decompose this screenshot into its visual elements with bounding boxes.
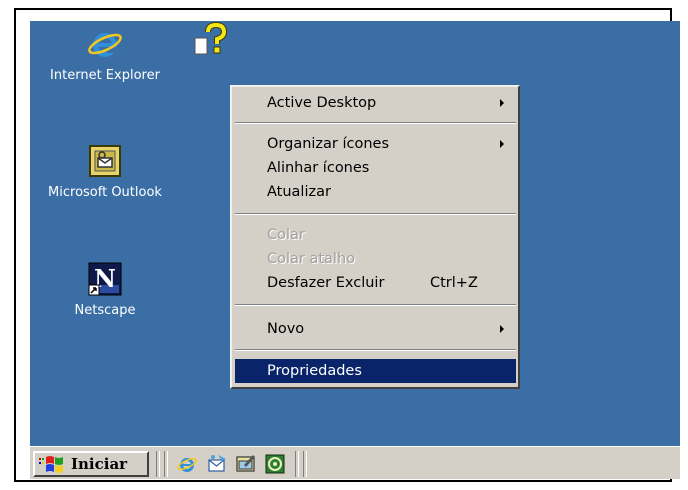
submenu-arrow-icon <box>500 140 504 148</box>
menu-item-colar: Colar <box>267 227 305 243</box>
menu-item-propriedades[interactable]: Propriedades <box>235 359 516 383</box>
menu-item-active-desktop[interactable]: Active Desktop <box>235 91 516 115</box>
desktop[interactable]: Internet Explorer Microsoft Outlook N Ne… <box>30 21 680 446</box>
desktop-icon-microsoft-outlook[interactable]: Microsoft Outlook <box>30 143 185 200</box>
menu-separator <box>235 122 516 124</box>
menu-separator <box>235 304 516 306</box>
start-button[interactable]: Iniciar <box>33 451 149 477</box>
desktop-context-menu: Active Desktop Organizar ícones Alinhar … <box>230 85 520 389</box>
taskbar: Iniciar <box>30 446 680 479</box>
desktop-icon-label: Internet Explorer <box>50 68 160 83</box>
submenu-arrow-icon <box>500 325 504 333</box>
taskbar-separator <box>295 451 299 477</box>
help-file-icon <box>192 21 228 58</box>
desktop-icon-label: Netscape <box>74 303 136 318</box>
desktop-icon-netscape[interactable]: N Netscape <box>30 261 185 318</box>
internet-explorer-icon[interactable] <box>176 453 198 475</box>
submenu-arrow-icon <box>500 99 504 107</box>
start-button-label: Iniciar <box>71 455 128 473</box>
netscape-shortcut-icon: N <box>87 261 123 297</box>
shortcut-label: Ctrl+Z <box>430 275 478 291</box>
menu-item-organizar-icones[interactable]: Organizar ícones <box>235 132 516 156</box>
show-desktop-icon[interactable] <box>235 453 257 475</box>
menu-item-desfazer-excluir[interactable]: Desfazer Excluir Ctrl+Z <box>235 271 516 295</box>
menu-item-atualizar[interactable]: Atualizar <box>235 180 516 204</box>
windows-logo-icon <box>39 454 65 474</box>
outlook-express-icon[interactable] <box>206 453 228 475</box>
taskbar-grip[interactable] <box>303 451 307 477</box>
menu-separator <box>235 213 516 215</box>
taskbar-separator <box>156 451 160 477</box>
menu-item-alinhar-icones[interactable]: Alinhar ícones <box>235 156 516 180</box>
menu-item-novo[interactable]: Novo <box>235 317 516 341</box>
menu-separator <box>235 349 516 351</box>
desktop-icon-help[interactable] <box>180 21 240 64</box>
desktop-icon-internet-explorer[interactable]: Internet Explorer <box>30 26 185 83</box>
quick-launch-grip[interactable] <box>164 451 168 477</box>
internet-explorer-icon <box>87 26 123 62</box>
desktop-icon-label: Microsoft Outlook <box>48 185 162 200</box>
menu-item-colar-atalho: Colar atalho <box>267 251 356 267</box>
outlook-icon <box>87 143 123 179</box>
channels-icon[interactable] <box>264 453 286 475</box>
